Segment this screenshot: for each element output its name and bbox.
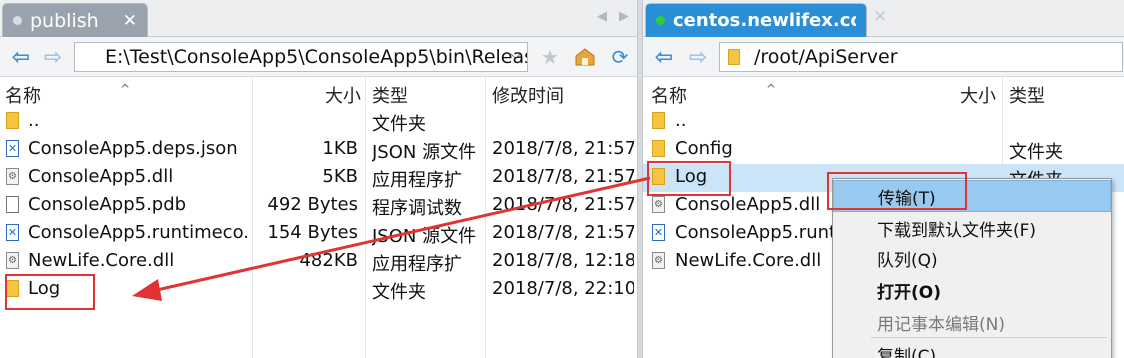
- dll-file-icon: ⚙: [652, 252, 665, 269]
- column-type[interactable]: 类型: [1009, 82, 1045, 108]
- local-tab-strip: publish ✕ ◀ ▶: [0, 0, 637, 37]
- json-file-icon: ✕: [6, 140, 19, 157]
- menu-item: 用记事本编辑(N): [877, 314, 1005, 335]
- file-name: ConsoleApp5.dll: [28, 166, 174, 187]
- column-name[interactable]: 名称: [651, 82, 687, 108]
- close-icon[interactable]: ✕: [123, 11, 137, 31]
- tab-title: publish: [30, 9, 99, 32]
- file-size: 5KB: [322, 166, 358, 187]
- file-type: 文件夹: [1009, 142, 1063, 163]
- file-type: JSON 源文件: [372, 226, 477, 247]
- file-name: NewLife.Core.dll: [28, 250, 175, 271]
- tab-centos-server[interactable]: centos.newlifex.co...: [645, 3, 867, 37]
- menu-item[interactable]: 下载到默认文件夹(F): [833, 212, 1111, 244]
- file-row[interactable]: ..: [643, 108, 1124, 136]
- json-file-icon: ✕: [6, 224, 19, 241]
- dll-file-icon: ⚙: [6, 168, 19, 185]
- file-size: 482KB: [299, 250, 358, 271]
- file-modified: 2018/7/8, 22:10: [492, 278, 634, 299]
- column-size[interactable]: 大小: [960, 82, 996, 108]
- local-address-row: ⇦ ⇨ E:\Test\ConsoleApp5\ConsoleApp5\bin\…: [0, 37, 637, 77]
- refresh-icon[interactable]: ⟳: [607, 44, 633, 70]
- file-type: 文件夹: [372, 114, 426, 135]
- local-file-list: .. 文件夹 ✕ ConsoleApp5.deps.json 1KB JSON 源文件 20…: [0, 108, 637, 304]
- highlight-remote-log: [647, 161, 731, 196]
- column-modified[interactable]: 修改时间: [492, 82, 564, 108]
- tab-scroll-right-icon[interactable]: ▶: [619, 9, 629, 24]
- chevron-down-icon[interactable]: ⌵: [510, 47, 521, 63]
- file-type: 应用程序扩: [372, 254, 462, 275]
- highlight-transfer-item: [827, 172, 967, 210]
- file-modified: 2018/7/8, 21:57: [492, 222, 634, 243]
- remote-column-header: 名称 ^ 大小 类型: [643, 78, 1124, 108]
- file-row[interactable]: ConsoleApp5.pdb 492 Bytes 程序调试数 2018/7/8, 2…: [0, 192, 637, 220]
- file-modified: 2018/7/8, 12:18: [492, 250, 634, 271]
- menu-item[interactable]: 队列(Q): [833, 242, 1111, 274]
- json-file-icon: ✕: [652, 224, 665, 241]
- back-arrow-icon[interactable]: ⇦: [651, 45, 677, 70]
- file-name: ..: [28, 110, 40, 131]
- column-size[interactable]: 大小: [325, 82, 361, 108]
- file-row[interactable]: Log 文件夹 2018/7/8, 22:10: [0, 276, 637, 304]
- file-row[interactable]: ⚙ NewLife.Core.dll 482KB 应用程序扩 2018/7/8, 12:…: [0, 248, 637, 276]
- local-path-input[interactable]: E:\Test\ConsoleApp5\ConsoleApp5\bin\Rele…: [74, 42, 528, 72]
- local-column-header: 名称 ^ 大小 类型 修改时间: [0, 78, 637, 108]
- folder-icon: [652, 140, 665, 157]
- dll-file-icon: ⚙: [6, 252, 19, 269]
- file-name: ConsoleApp5.deps.json: [28, 138, 238, 159]
- tab-scroll-left-icon[interactable]: ◀: [597, 9, 607, 24]
- file-size: 154 Bytes: [267, 222, 358, 243]
- sort-caret-icon: ^: [766, 82, 777, 96]
- tab-status-dot: [13, 16, 22, 25]
- remote-path-input[interactable]: /root/ApiServer: [719, 42, 1123, 72]
- tab-scroll-arrows: ◀ ▶: [597, 9, 629, 24]
- back-arrow-icon[interactable]: ⇦: [8, 45, 34, 70]
- file-size: 492 Bytes: [267, 194, 358, 215]
- file-row[interactable]: ✕ ConsoleApp5.deps.json 1KB JSON 源文件 2018/7/…: [0, 136, 637, 164]
- file-name: ..: [675, 110, 687, 131]
- file-row[interactable]: .. 文件夹: [0, 108, 637, 136]
- folder-icon: [652, 112, 665, 129]
- file-modified: 2018/7/8, 21:57: [492, 166, 634, 187]
- file-type: 文件夹: [372, 282, 426, 303]
- menu-item[interactable]: 复制(C): [833, 338, 1111, 358]
- file-modified: 2018/7/8, 21:57: [492, 194, 634, 215]
- file-type: 应用程序扩: [372, 170, 462, 191]
- local-path-text: E:\Test\ConsoleApp5\ConsoleApp5\bin\Rele…: [105, 46, 528, 68]
- remote-path-text: /root/ApiServer: [754, 46, 898, 68]
- forward-arrow-icon[interactable]: ⇨: [685, 45, 711, 70]
- file-name: Config: [675, 138, 733, 159]
- remote-address-row: ⇦ ⇨ /root/ApiServer: [643, 37, 1124, 77]
- column-name[interactable]: 名称: [5, 82, 41, 108]
- menu-item[interactable]: 打开(O): [833, 274, 1111, 306]
- folder-icon: [6, 112, 19, 129]
- home-folder-icon[interactable]: [572, 44, 598, 70]
- file-row[interactable]: Config 文件夹: [643, 136, 1124, 164]
- file-row[interactable]: ✕ ConsoleApp5.runtimeco... 154 Bytes JSON 源…: [0, 220, 637, 248]
- menu-separator: [871, 337, 1107, 338]
- tab-publish[interactable]: publish ✕: [2, 3, 148, 37]
- file-name: ConsoleApp5.runtimeco...: [28, 222, 250, 243]
- remote-tab-strip: centos.newlifex.co... ✕: [643, 0, 1124, 37]
- dll-file-icon: ⚙: [652, 196, 665, 213]
- file-modified: 2018/7/8, 21:57: [492, 138, 634, 159]
- file-type: 程序调试数: [372, 198, 462, 219]
- forward-arrow-icon[interactable]: ⇨: [40, 45, 66, 70]
- file-name: ConsoleApp5.pdb: [28, 194, 187, 215]
- column-type[interactable]: 类型: [372, 82, 408, 108]
- file-type: JSON 源文件: [372, 142, 477, 163]
- pdb-file-icon: [6, 196, 19, 213]
- folder-icon: [728, 49, 740, 65]
- tab-title: centos.newlifex.co...: [673, 10, 856, 31]
- local-pane: publish ✕ ◀ ▶ ⇦ ⇨ E:\Test\ConsoleApp5\Co…: [0, 0, 637, 358]
- sort-caret-icon: ^: [120, 82, 131, 96]
- star-icon[interactable]: ★: [537, 44, 563, 70]
- connection-status-dot: [656, 16, 665, 25]
- highlight-local-log: [5, 274, 95, 310]
- file-row[interactable]: ⚙ ConsoleApp5.dll 5KB 应用程序扩 2018/7/8, 21:57: [0, 164, 637, 192]
- close-icon[interactable]: ✕: [873, 7, 887, 27]
- file-size: 1KB: [322, 138, 358, 159]
